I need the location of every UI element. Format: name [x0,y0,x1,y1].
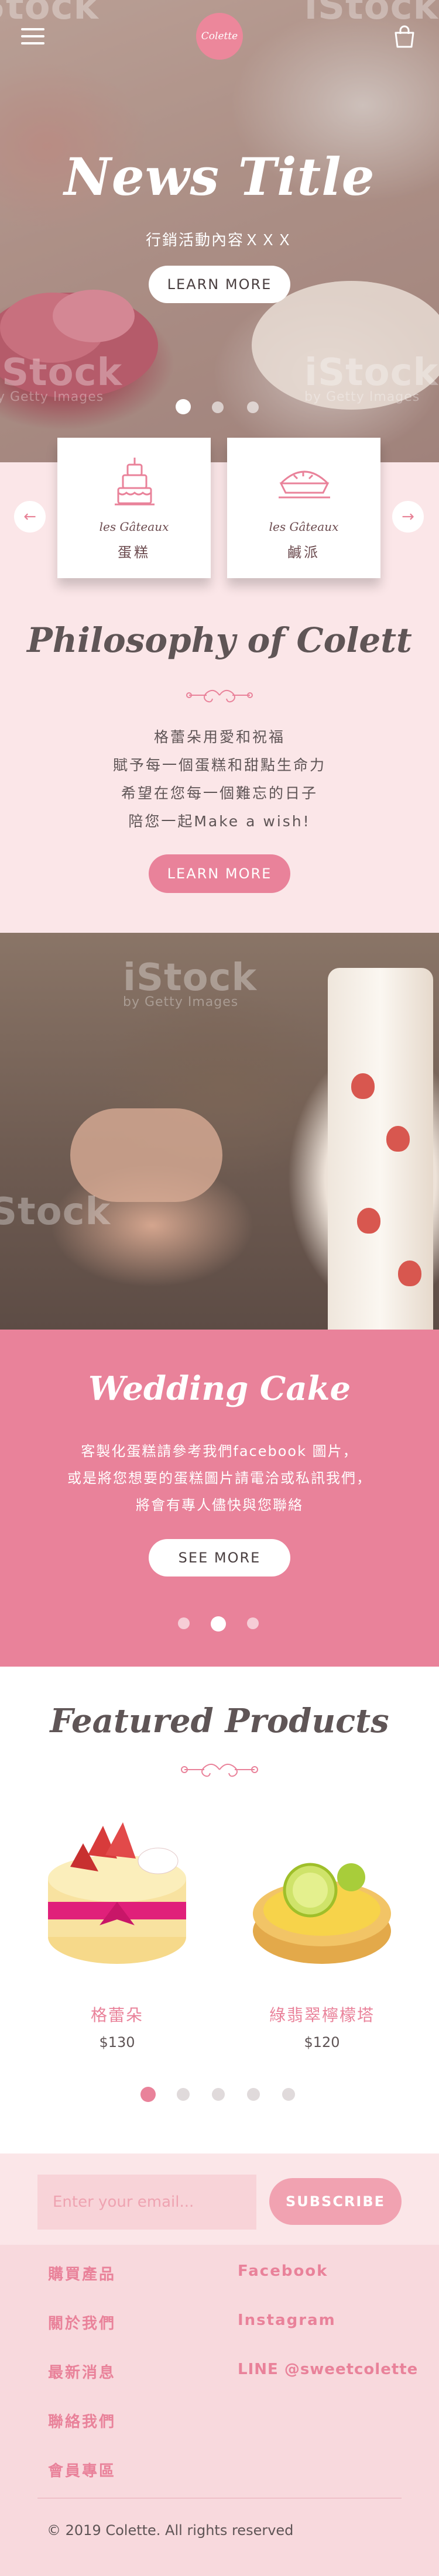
product-card[interactable] [240,1837,404,1978]
hero-banner: iStock iStock iStockby Getty Images iSto… [0,0,439,462]
ornament-divider [186,689,253,703]
menu-icon[interactable] [21,28,44,47]
product-name[interactable]: 綠翡翠檸檬塔 [246,2003,398,2026]
footer-link[interactable]: 關於我們 [48,2311,116,2333]
wedding-line: 或是將您想要的蛋糕圖片請電洽或私訊我們， [67,1470,372,1486]
brand-logo[interactable]: Colette [196,13,243,60]
carousel-dot[interactable] [247,401,259,413]
product-price: $130 [99,2034,135,2051]
hero-subtitle: 行銷活動內容ＸＸＸ [145,232,293,249]
carousel-dot[interactable] [247,1617,259,1629]
carousel-dot[interactable] [178,1617,190,1629]
philosophy-title: Philosophy of Colett [27,620,412,660]
watermark: iStockby Getty Images [123,956,258,1009]
watermark: iStock [304,0,439,28]
watermark: iStockby Getty Images [0,351,123,404]
arrow-left-icon: ← [23,508,36,525]
footer-link[interactable]: 聯絡我們 [48,2410,116,2431]
arrow-right-icon: → [402,508,414,525]
wedding-title: Wedding Cake [88,1369,351,1408]
prev-arrow-button[interactable]: ← [14,501,46,533]
logo-text: Colette [201,30,238,42]
watermark: iStockby Getty Images [304,351,439,404]
email-field[interactable] [37,2175,256,2230]
philosophy-line: 格蕾朵用愛和祝福 [153,729,285,746]
product-image-lemon-tart [253,1863,391,1964]
watermark: iStock [0,1190,111,1234]
philosophy-line: 賦予每一個蛋糕和甜點生命力 [112,757,326,774]
cake-icon [115,458,155,506]
wedding-line: 客製化蛋糕請參考我們facebook 圖片， [81,1443,358,1459]
wedding-photo: iStockby Getty Images iStock [0,933,439,1330]
next-arrow-button[interactable]: → [392,501,424,533]
pagination-dot[interactable] [177,2088,190,2101]
category-label: 鹹派 [287,544,320,561]
see-more-button[interactable]: SEE MORE [149,1539,290,1576]
category-french-label: les Gâteaux [99,520,169,534]
ornament-divider [181,1763,258,1777]
pagination-dot[interactable] [212,2088,225,2101]
category-card-cake[interactable]: les Gâteaux 蛋糕 [57,438,211,578]
product-image-strawberry-cake [48,1822,186,1964]
pagination-dot[interactable] [247,2088,260,2101]
copyright: © 2019 Colette. All rights reserved [47,2522,294,2539]
product-card[interactable] [35,1814,199,1978]
footer-link-instagram[interactable]: Instagram [238,2311,336,2329]
carousel-dot-active[interactable] [176,399,191,414]
footer-link-facebook[interactable]: Facebook [238,2262,328,2280]
subscribe-button[interactable]: SUBSCRIBE [269,2178,402,2225]
category-french-label: les Gâteaux [269,520,339,534]
watermark: iStock [0,0,100,28]
shopping-bag-icon[interactable] [393,25,416,48]
hero-title: News Title [64,146,375,207]
footer-link[interactable]: 購買產品 [48,2262,116,2284]
footer-link[interactable]: 最新消息 [48,2361,116,2382]
footer-link-line[interactable]: LINE @sweetcolette [238,2361,418,2378]
philosophy-line: 陪您一起Make a wish! [128,813,311,830]
carousel-dot-active[interactable] [211,1616,226,1632]
product-name[interactable]: 格蕾朵 [41,2003,193,2026]
pagination-dot-active[interactable] [140,2087,156,2102]
product-price: $120 [304,2034,340,2051]
philosophy-learn-more-button[interactable]: LEARN MORE [149,854,290,893]
category-label: 蛋糕 [118,544,150,561]
pagination-dot[interactable] [282,2088,295,2101]
category-card-quiche[interactable]: les Gâteaux 鹹派 [227,438,380,578]
philosophy-line: 希望在您每一個難忘的日子 [121,785,318,802]
page: iStock iStock iStockby Getty Images iSto… [0,0,439,2576]
footer-divider [37,2498,402,2499]
featured-title: Featured Products [50,1702,389,1740]
pie-icon [279,470,330,499]
hero-learn-more-button[interactable]: LEARN MORE [149,266,290,303]
carousel-dot[interactable] [212,401,224,413]
wedding-line: 將會有專人儘快與您聯絡 [136,1497,303,1513]
footer-link[interactable]: 會員專區 [48,2459,116,2481]
